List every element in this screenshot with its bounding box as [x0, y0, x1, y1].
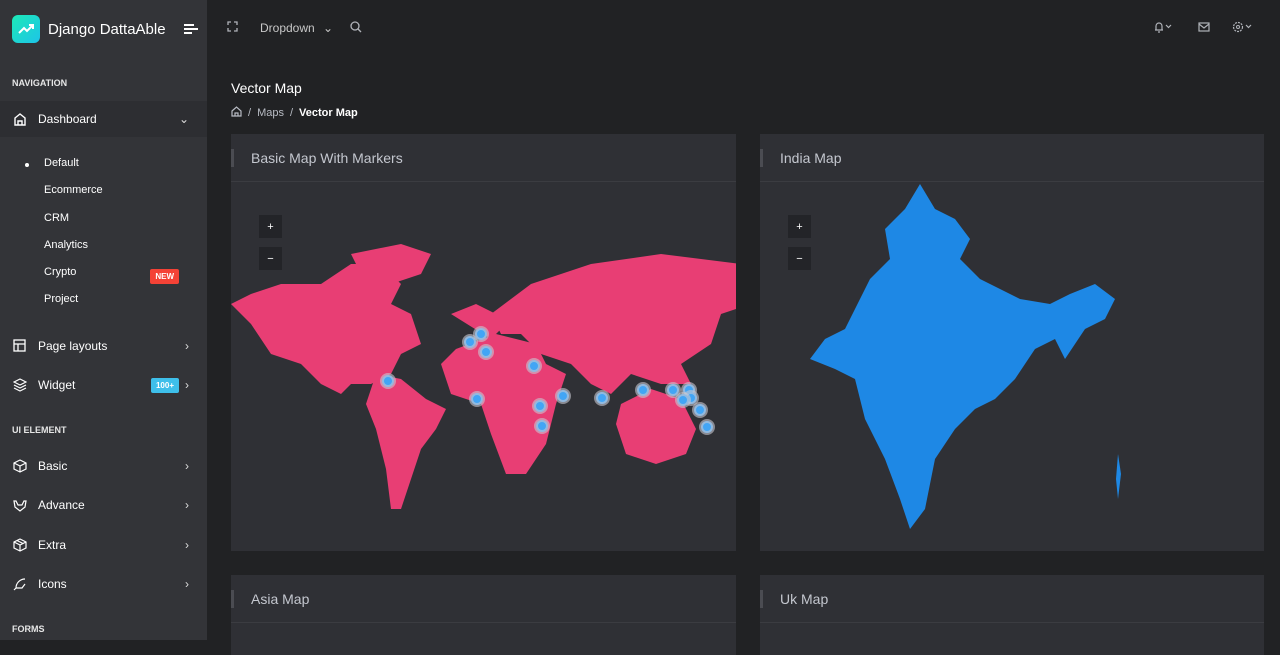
- india-map[interactable]: [760, 134, 1264, 551]
- brand-name: Django DattaAble: [48, 20, 166, 38]
- search-icon[interactable]: [350, 20, 362, 36]
- new-badge: NEW: [150, 269, 179, 284]
- feather-icon: [13, 577, 27, 591]
- caption-navigation: NAVIGATION: [12, 78, 68, 88]
- chevron-down-icon: ⌄: [323, 21, 334, 35]
- card-title: Asia Map: [231, 575, 736, 623]
- page-title: Vector Map: [231, 80, 302, 96]
- sidebar-item-icons[interactable]: Icons ›: [0, 566, 207, 602]
- topbar: Dropdown ⌄: [207, 0, 1280, 56]
- dropdown-label: Dropdown: [260, 21, 315, 35]
- home-icon[interactable]: [231, 106, 242, 120]
- caption-forms: FORMS: [12, 624, 45, 634]
- dropdown-menu[interactable]: Dropdown ⌄: [260, 21, 333, 35]
- chevron-down-icon: ⌄: [178, 112, 189, 126]
- home-icon: [13, 112, 27, 126]
- sidebar-item-label: Widget: [38, 378, 76, 392]
- breadcrumb-separator: /: [289, 107, 294, 119]
- sidebar-item-label: Page layouts: [38, 339, 108, 353]
- sidebar-item-basic[interactable]: Basic ›: [0, 448, 207, 484]
- breadcrumb-maps[interactable]: Maps: [257, 107, 284, 119]
- submenu-analytics[interactable]: Analytics: [44, 239, 88, 251]
- submenu-default[interactable]: Default: [25, 157, 79, 169]
- package-icon: [13, 538, 27, 552]
- settings-gear-icon[interactable]: [1232, 21, 1254, 36]
- sidebar-item-label: Dashboard: [38, 112, 97, 126]
- sidebar-item-dashboard[interactable]: Dashboard ⌄: [0, 101, 207, 137]
- sidebar-item-label: Extra: [38, 538, 67, 552]
- layout-icon: [13, 339, 27, 353]
- mail-icon[interactable]: [1198, 21, 1210, 35]
- chevron-right-icon: ›: [185, 378, 189, 392]
- submenu-crm[interactable]: CRM: [44, 212, 69, 224]
- sidebar-item-page-layouts[interactable]: Page layouts ›: [0, 328, 207, 364]
- sidebar-item-advance[interactable]: Advance ›: [0, 487, 207, 523]
- gitlab-icon: [13, 498, 27, 512]
- fullscreen-icon[interactable]: [227, 21, 238, 35]
- caption-ui-element: UI ELEMENT: [12, 425, 67, 435]
- menu-toggle-icon[interactable]: [183, 22, 198, 36]
- chevron-right-icon: ›: [185, 339, 189, 353]
- uk-map-card: Uk Map: [760, 575, 1264, 655]
- sidebar-item-widget[interactable]: Widget 100+ ›: [0, 367, 207, 403]
- submenu-ecommerce[interactable]: Ecommerce: [44, 184, 103, 196]
- box-icon: [13, 459, 27, 473]
- sidebar-item-label: Basic: [38, 459, 68, 473]
- layers-icon: [13, 378, 27, 392]
- chevron-right-icon: ›: [185, 498, 189, 512]
- sidebar: Django DattaAble NAVIGATION Dashboard ⌄ …: [0, 0, 207, 640]
- chevron-right-icon: ›: [185, 538, 189, 552]
- sidebar-item-label: Icons: [38, 577, 67, 591]
- breadcrumb-separator: /: [248, 107, 252, 119]
- world-map-card: Basic Map With Markers + −: [231, 134, 736, 551]
- sidebar-item-label: Advance: [38, 498, 85, 512]
- chevron-right-icon: ›: [185, 459, 189, 473]
- submenu-project[interactable]: Project: [44, 293, 78, 305]
- notification-bell-icon[interactable]: [1153, 21, 1173, 36]
- world-map[interactable]: [231, 134, 736, 551]
- brand[interactable]: Django DattaAble: [0, 0, 207, 58]
- logo-icon: [12, 15, 40, 43]
- sidebar-item-extra[interactable]: Extra ›: [0, 527, 207, 563]
- widget-badge: 100+: [150, 377, 179, 393]
- breadcrumb-current: Vector Map: [299, 107, 358, 119]
- card-title: Uk Map: [760, 575, 1264, 623]
- asia-map-card: Asia Map: [231, 575, 736, 655]
- chevron-right-icon: ›: [185, 577, 189, 591]
- breadcrumb: / Maps / Vector Map: [231, 106, 358, 120]
- submenu-crypto[interactable]: Crypto: [44, 266, 76, 278]
- india-map-card: India Map + −: [760, 134, 1264, 551]
